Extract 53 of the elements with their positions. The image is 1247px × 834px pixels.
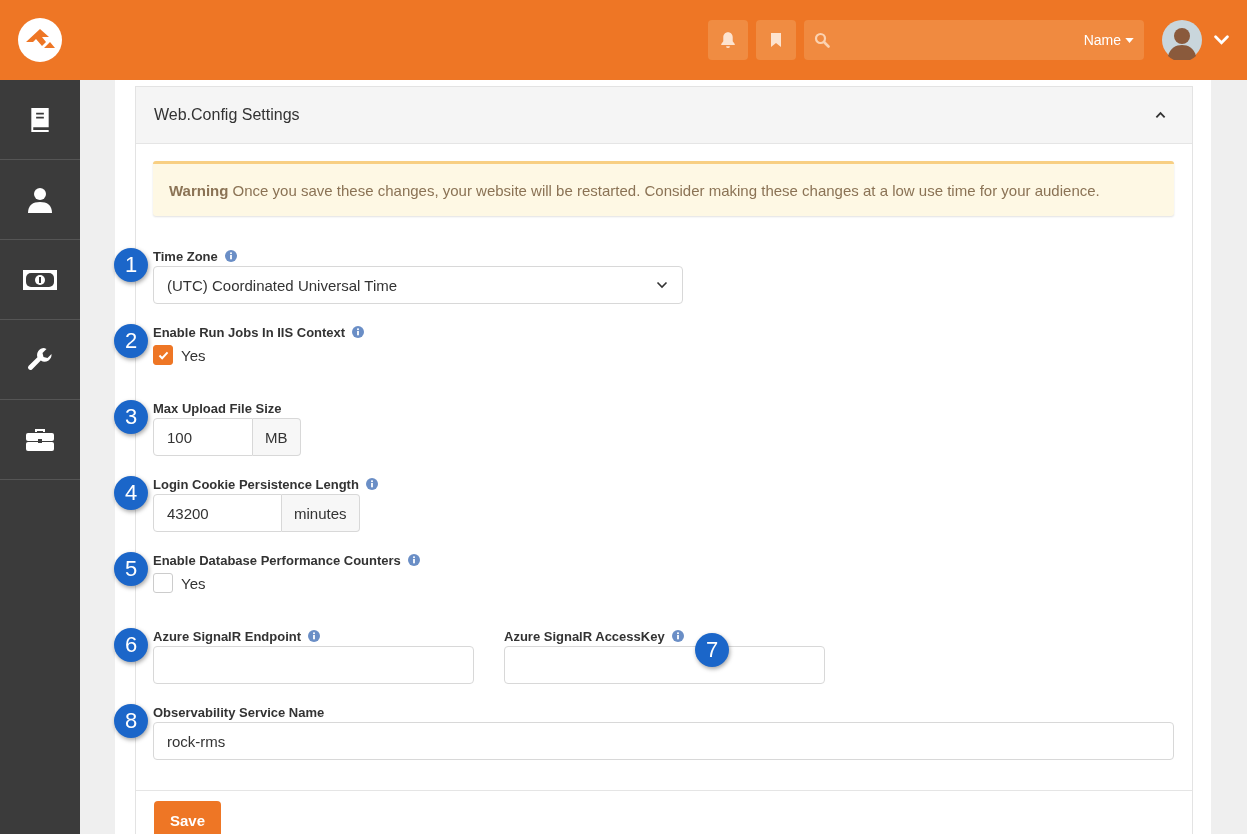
info-icon[interactable] bbox=[224, 250, 237, 262]
callout-number: 2 bbox=[114, 324, 148, 358]
checkbox[interactable] bbox=[153, 345, 173, 365]
panel-title: Web.Config Settings bbox=[154, 106, 300, 124]
briefcase-icon bbox=[26, 427, 54, 452]
callout-number: 1 bbox=[114, 248, 148, 282]
text-input-field[interactable]: rock-rms bbox=[153, 722, 1174, 760]
info-icon[interactable] bbox=[365, 478, 378, 490]
panel-header[interactable]: Web.Config Settings bbox=[136, 87, 1192, 144]
avatar[interactable] bbox=[1162, 20, 1202, 60]
warning-alert: Warning Once you save these changes, your website will be restarted. Consider making these changes at a low use time for your audience. bbox=[153, 161, 1174, 216]
field-label: Azure SignalR AccessKey bbox=[504, 628, 665, 644]
info-icon[interactable] bbox=[308, 630, 321, 642]
callout-number: 7 bbox=[695, 633, 729, 667]
bell-icon bbox=[719, 31, 737, 49]
unit-addon: minutes bbox=[282, 494, 360, 532]
time-zone-select[interactable]: (UTC) Coordinated Universal Time bbox=[153, 266, 683, 304]
number-input-field[interactable]: 43200 bbox=[153, 494, 282, 532]
chevron-up-icon[interactable] bbox=[1155, 111, 1166, 119]
wrench-icon bbox=[27, 346, 53, 373]
bookmark-icon bbox=[768, 31, 784, 49]
field-label: Enable Database Performance Counters bbox=[153, 552, 401, 568]
field-label: Observability Service Name bbox=[153, 704, 325, 720]
callout-number: 5 bbox=[114, 552, 148, 586]
info-icon[interactable] bbox=[671, 630, 684, 642]
checkbox[interactable] bbox=[153, 573, 173, 593]
text-input-field[interactable] bbox=[153, 646, 474, 684]
field-label: Enable Run Jobs In IIS Context bbox=[153, 324, 346, 340]
field-label: Max Upload File Size bbox=[153, 400, 282, 416]
search-icon bbox=[814, 32, 830, 48]
cash-icon bbox=[23, 269, 57, 290]
callout-number: 3 bbox=[114, 400, 148, 434]
callout-number: 6 bbox=[114, 628, 148, 662]
field-label: Azure SignalR Endpoint bbox=[153, 628, 302, 644]
caret-icon bbox=[1125, 37, 1134, 43]
person-icon bbox=[28, 186, 52, 213]
notifications-button[interactable] bbox=[708, 20, 748, 60]
field-label: Login Cookie Persistence Length bbox=[153, 476, 359, 492]
checkbox-label: Yes bbox=[181, 346, 206, 364]
caret-icon bbox=[656, 281, 668, 289]
field-label: Time Zone bbox=[153, 248, 218, 264]
info-icon[interactable] bbox=[407, 554, 420, 566]
check-icon bbox=[157, 350, 169, 360]
checkbox-label: Yes bbox=[181, 574, 206, 592]
bookmarks-button[interactable] bbox=[756, 20, 796, 60]
info-icon[interactable] bbox=[352, 326, 365, 338]
chevron-down-icon[interactable] bbox=[1214, 35, 1229, 45]
logo-icon[interactable] bbox=[18, 18, 62, 62]
callout-number: 4 bbox=[114, 476, 148, 510]
unit-addon: MB bbox=[253, 418, 301, 456]
number-input-field[interactable]: 100 bbox=[153, 418, 253, 456]
callout-number: 8 bbox=[114, 704, 148, 738]
book-icon bbox=[28, 106, 52, 133]
